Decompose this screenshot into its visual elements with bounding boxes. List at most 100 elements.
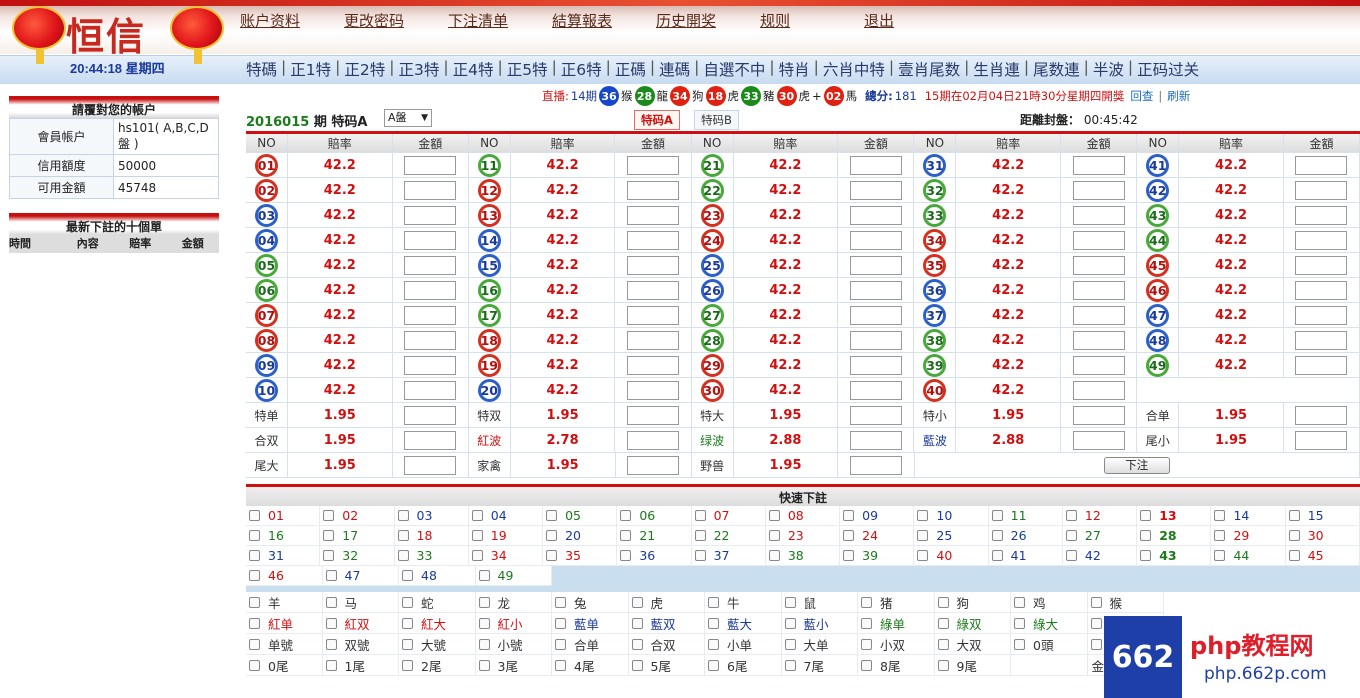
quick-option[interactable]: 藍双 <box>628 613 705 634</box>
amount-input[interactable] <box>849 455 902 475</box>
quick-option[interactable]: 44 <box>1211 546 1286 566</box>
amount-input[interactable] <box>849 255 902 275</box>
amount-input[interactable] <box>404 230 457 250</box>
quick-option[interactable]: 鼠 <box>781 592 858 613</box>
quick-option[interactable]: 30 <box>1285 526 1360 546</box>
amount-input[interactable] <box>1295 205 1348 225</box>
quick-option[interactable]: 22 <box>691 526 766 546</box>
quick-option[interactable]: 32 <box>320 546 395 566</box>
tab-tema-b[interactable]: 特码B <box>694 110 739 130</box>
checkbox[interactable] <box>478 638 490 650</box>
checkbox[interactable] <box>694 530 706 541</box>
game-type-tab[interactable]: 正2特 <box>344 58 385 80</box>
amount-input[interactable] <box>1295 430 1348 450</box>
checkbox[interactable] <box>555 638 566 650</box>
amount-input[interactable] <box>1072 355 1125 375</box>
quick-option[interactable]: 12 <box>1062 506 1138 526</box>
quick-option[interactable]: 49 <box>475 566 552 586</box>
amount-input[interactable] <box>1295 405 1348 425</box>
amount-input[interactable] <box>627 255 680 275</box>
quick-option[interactable]: 猪 <box>858 592 935 613</box>
quick-option[interactable]: 11 <box>988 506 1063 526</box>
quick-option[interactable]: 31 <box>246 546 321 566</box>
quick-option[interactable]: 28 <box>1137 526 1212 546</box>
amount-input[interactable] <box>1295 280 1348 300</box>
quick-option[interactable]: 23 <box>765 526 841 546</box>
checkbox[interactable] <box>1014 617 1025 629</box>
quick-option[interactable]: 38 <box>765 546 841 566</box>
amount-input[interactable] <box>627 330 680 350</box>
checkbox[interactable] <box>1214 530 1226 541</box>
checkbox[interactable] <box>861 659 872 671</box>
quick-option[interactable]: 綠单 <box>858 613 935 634</box>
quick-option[interactable]: 08 <box>765 506 841 526</box>
quick-option[interactable]: 10 <box>914 506 989 526</box>
quick-option[interactable]: 13 <box>1137 506 1212 526</box>
checkbox[interactable] <box>325 659 337 671</box>
checkbox[interactable] <box>1214 550 1226 561</box>
checkbox[interactable] <box>397 530 409 541</box>
checkbox[interactable] <box>843 550 855 561</box>
quick-option[interactable]: 3尾 <box>475 655 552 676</box>
quick-option[interactable]: 小单 <box>705 634 782 655</box>
amount-input[interactable] <box>849 230 902 250</box>
game-type-tab[interactable]: 尾数連 <box>1033 58 1080 80</box>
quick-option[interactable]: 42 <box>1062 546 1138 566</box>
amount-input[interactable] <box>849 430 902 450</box>
checkbox[interactable] <box>917 510 929 521</box>
checkbox[interactable] <box>631 596 643 608</box>
checkbox[interactable] <box>1140 550 1152 561</box>
top-nav-item[interactable]: 更改密码 <box>344 10 448 31</box>
quick-option[interactable]: 合单 <box>552 634 629 655</box>
amount-input[interactable] <box>627 230 680 250</box>
checkbox[interactable] <box>768 510 780 521</box>
game-type-tab[interactable]: 特碼 <box>246 58 277 80</box>
checkbox[interactable] <box>1090 617 1102 629</box>
checkbox[interactable] <box>917 550 929 561</box>
quick-option[interactable]: 41 <box>988 546 1063 566</box>
checkbox[interactable] <box>397 550 409 561</box>
amount-input[interactable] <box>1295 355 1348 375</box>
amount-input[interactable] <box>627 430 680 450</box>
quick-option[interactable]: 05 <box>543 506 618 526</box>
amount-input[interactable] <box>1295 180 1348 200</box>
checkbox[interactable] <box>694 510 706 521</box>
amount-input[interactable] <box>849 405 902 425</box>
checkbox[interactable] <box>323 550 335 561</box>
checkbox[interactable] <box>1288 530 1300 541</box>
quick-option[interactable]: 紅双 <box>322 613 399 634</box>
review-link[interactable]: 回查 <box>1130 88 1153 104</box>
quick-option[interactable]: 46 <box>246 566 323 586</box>
checkbox[interactable] <box>843 530 855 541</box>
game-type-tab[interactable]: 連碼 <box>659 58 690 80</box>
amount-input[interactable] <box>849 280 902 300</box>
amount-input[interactable] <box>1072 280 1125 300</box>
quick-option[interactable]: 5尾 <box>628 655 705 676</box>
quick-option[interactable]: 16 <box>246 526 321 546</box>
quick-option[interactable]: 35 <box>543 546 618 566</box>
checkbox[interactable] <box>1014 596 1025 608</box>
quick-option[interactable]: 26 <box>988 526 1063 546</box>
checkbox[interactable] <box>402 659 413 671</box>
checkbox[interactable] <box>784 617 796 629</box>
quick-option[interactable]: 21 <box>617 526 692 546</box>
quick-option[interactable]: 綠双 <box>934 613 1011 634</box>
quick-option[interactable]: 单號 <box>246 634 323 655</box>
amount-input[interactable] <box>627 280 680 300</box>
amount-input[interactable] <box>1072 305 1125 325</box>
quick-option[interactable]: 双號 <box>322 634 399 655</box>
quick-option[interactable]: 7尾 <box>781 655 858 676</box>
game-type-tab[interactable]: 正6特 <box>561 58 602 80</box>
checkbox[interactable] <box>1140 530 1152 541</box>
game-type-tab[interactable]: 自選不中 <box>703 58 765 80</box>
quick-option[interactable]: 37 <box>691 546 766 566</box>
amount-input[interactable] <box>1295 305 1348 325</box>
top-nav-item[interactable]: 历史開奖 <box>656 10 760 31</box>
checkbox[interactable] <box>1014 638 1025 650</box>
quick-option[interactable]: 马 <box>322 592 399 613</box>
checkbox[interactable] <box>1288 510 1300 521</box>
checkbox[interactable] <box>402 570 413 581</box>
checkbox[interactable] <box>555 659 566 671</box>
amount-input[interactable] <box>1072 405 1125 425</box>
checkbox[interactable] <box>708 617 719 629</box>
